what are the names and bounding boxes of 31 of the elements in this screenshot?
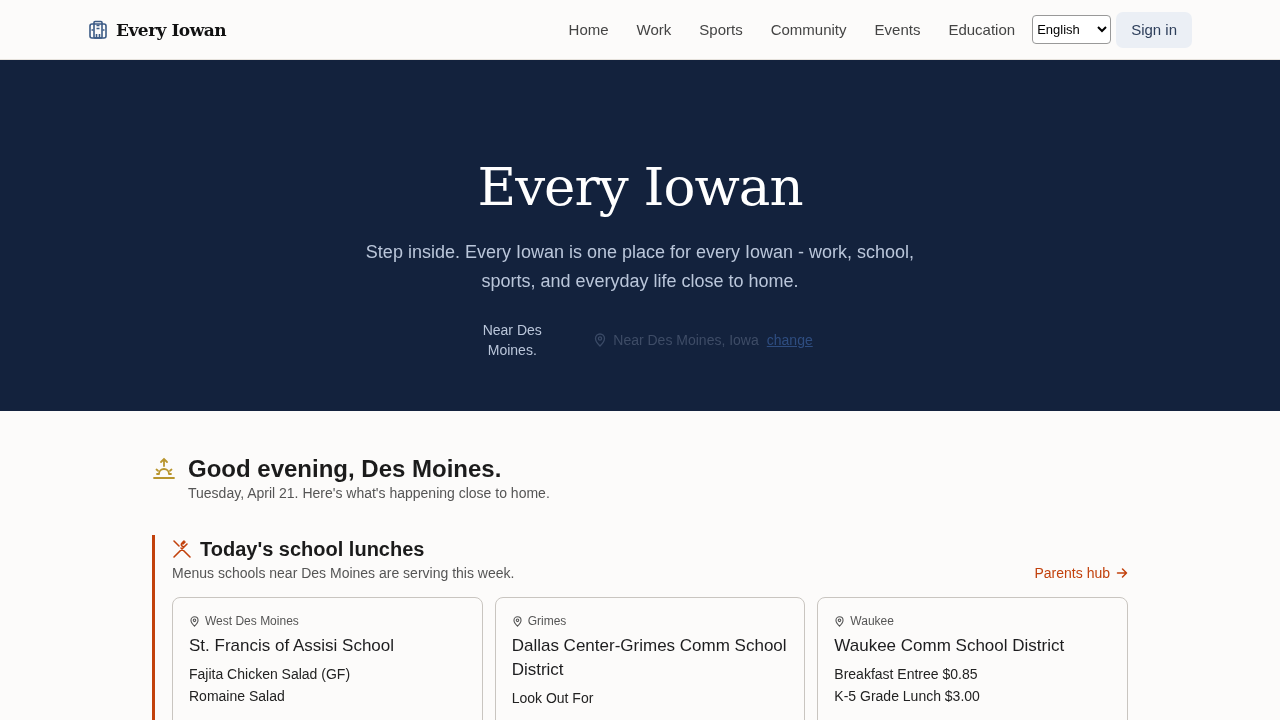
- hero-title: Every Iowan: [477, 155, 803, 219]
- fork-knife-icon: [172, 539, 192, 559]
- location-pin-icon: [189, 615, 200, 627]
- sunrise-icon: [152, 457, 176, 481]
- location-pin-icon: [511, 615, 523, 627]
- site-logo[interactable]: Every Iowan: [116, 19, 227, 40]
- sign-in-button[interactable]: Sign in: [1116, 11, 1192, 48]
- section-title: Today's school lunches: [200, 537, 425, 562]
- parents-hub-link[interactable]: Parents hub: [1034, 565, 1128, 581]
- school-name: Dallas Center-Grimes Comm School District: [511, 635, 788, 681]
- school-name: Waukee Comm School District: [834, 635, 1066, 657]
- arrow-right-icon: [1116, 567, 1128, 579]
- greeting-title: Good evening, Des Moines.: [188, 454, 503, 484]
- nav-link[interactable]: Education: [948, 21, 1016, 38]
- location-pin-icon: [834, 615, 846, 627]
- place-label: Waukee: [850, 614, 894, 628]
- greeting-subtitle: Tuesday, April 21. Here's what's happening close to home.: [188, 485, 550, 501]
- nav-link[interactable]: Work: [636, 21, 672, 38]
- place-label: Grimes: [527, 614, 567, 628]
- section-subtitle: Menus schools near Des Moines are serving this week.: [172, 565, 515, 581]
- school-name: St. Francis of Assisi School: [189, 635, 396, 657]
- nav-link[interactable]: Sports: [699, 21, 743, 38]
- place-label: West Des Moines: [205, 614, 299, 628]
- nav-link[interactable]: Home: [568, 21, 609, 38]
- location-note: Near Des Moines.: [481, 321, 543, 360]
- building-icon: [88, 19, 108, 40]
- location-pin-icon: [593, 333, 608, 347]
- language-select[interactable]: English: [1032, 15, 1112, 44]
- nav-link[interactable]: Events: [874, 21, 921, 38]
- hero-subtitle: Step inside. Every Iowan is one place for every Iowan - work, school, sports, and everyday life close to home.: [364, 241, 916, 293]
- nav-link[interactable]: Community: [770, 21, 847, 38]
